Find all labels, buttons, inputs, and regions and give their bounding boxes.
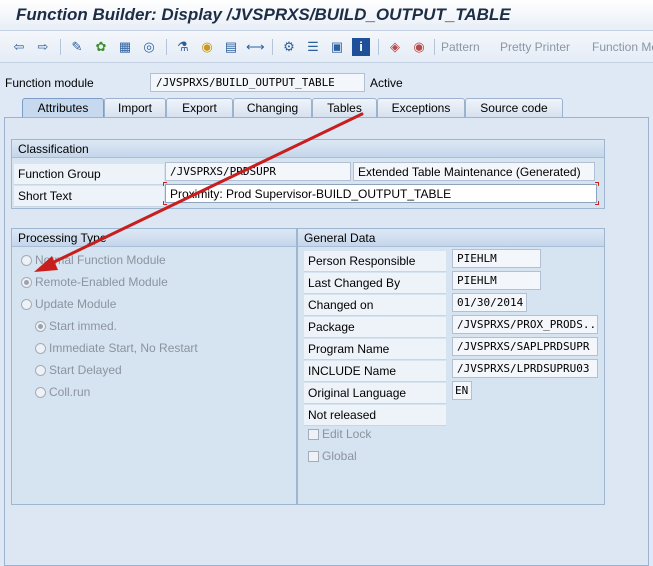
function-group-description: Extended Table Maintenance (Generated) bbox=[353, 162, 595, 181]
original-language-label: Original Language bbox=[304, 383, 446, 404]
update-module-label: Update Module bbox=[35, 297, 117, 311]
radio-remote-enabled-module[interactable] bbox=[21, 277, 32, 288]
radio-update-module[interactable] bbox=[21, 299, 32, 310]
coll-run-label: Coll.run bbox=[49, 385, 91, 399]
general-data-title: General Data bbox=[298, 229, 604, 247]
radio-coll-run[interactable] bbox=[35, 387, 46, 398]
pattern-button[interactable]: Pattern bbox=[441, 40, 480, 54]
radio-normal-function-module[interactable] bbox=[21, 255, 32, 266]
program-name-label: Program Name bbox=[304, 339, 446, 360]
focus-corner-mark bbox=[595, 182, 599, 186]
start-delayed-label: Start Delayed bbox=[49, 363, 122, 377]
debug-icon[interactable]: ◉ bbox=[410, 38, 428, 56]
person-responsible-field: PIEHLM bbox=[452, 249, 541, 268]
short-text-label: Short Text bbox=[14, 186, 164, 207]
processing-type-title: Processing Type bbox=[12, 229, 296, 247]
original-language-field: EN bbox=[452, 381, 472, 400]
program-name-field: /JVSPRXS/SAPLPRDSUPR bbox=[452, 337, 598, 356]
focus-corner-mark bbox=[163, 182, 167, 186]
normal-function-module-label: Normal Function Module bbox=[35, 253, 166, 267]
radio-immediate-start-no-restart[interactable] bbox=[35, 343, 46, 354]
changed-on-field: 01/30/2014 bbox=[452, 293, 527, 312]
title-bar: Function Builder: Display /JVSPRXS/BUILD… bbox=[0, 0, 653, 31]
classification-group: Classification Function Group /JVSPRXS/P… bbox=[11, 139, 605, 209]
last-changed-by-field: PIEHLM bbox=[452, 271, 541, 290]
function-group-field[interactable]: /JVSPRXS/PRDSUPR bbox=[165, 162, 351, 181]
toolbar-separator bbox=[378, 39, 379, 55]
test-icon[interactable]: ◈ bbox=[386, 38, 404, 56]
display-object-icon[interactable]: ▣ bbox=[328, 38, 346, 56]
release-status-label: Not released bbox=[304, 405, 446, 426]
radio-start-immediately[interactable] bbox=[35, 321, 46, 332]
tree-icon[interactable]: ⚙ bbox=[280, 38, 298, 56]
last-changed-by-label: Last Changed By bbox=[304, 273, 446, 294]
display-change-icon[interactable]: ✎ bbox=[68, 38, 86, 56]
short-text-input[interactable]: Proximity: Prod Supervisor-BUILD_OUTPUT_… bbox=[165, 184, 597, 203]
toolbar-separator bbox=[166, 39, 167, 55]
pin-icon[interactable]: ◉ bbox=[198, 38, 216, 56]
window-title: Function Builder: Display /JVSPRXS/BUILD… bbox=[16, 5, 511, 24]
back-arrow-icon[interactable]: ⇦ bbox=[10, 38, 28, 56]
function-group-label: Function Group bbox=[14, 164, 164, 185]
focus-corner-mark bbox=[163, 201, 167, 205]
remote-enabled-module-label: Remote-Enabled Module bbox=[35, 275, 168, 289]
object-list-icon[interactable]: ▤ bbox=[222, 38, 240, 56]
global-label: Global bbox=[322, 449, 357, 463]
processing-type-group: Processing Type Normal Function Module R… bbox=[11, 228, 297, 505]
pretty-printer-button[interactable]: Pretty Printer bbox=[500, 40, 570, 54]
edit-lock-checkbox[interactable] bbox=[308, 429, 319, 440]
attributes-panel: Classification Function Group /JVSPRXS/P… bbox=[4, 117, 649, 566]
forward-arrow-icon[interactable]: ⇨ bbox=[34, 38, 52, 56]
info-icon[interactable]: i bbox=[352, 38, 370, 56]
application-toolbar: ⇦ ⇨ ✎ ✿ ▦ ◎ ⚗ ◉ ▤ ⟷ ⚙ ☰ ▣ i ◈ ◉ Pattern … bbox=[0, 31, 653, 63]
activate-icon[interactable]: ✿ bbox=[92, 38, 110, 56]
global-checkbox[interactable] bbox=[308, 451, 319, 462]
edit-lock-label: Edit Lock bbox=[322, 427, 372, 441]
start-immediately-label: Start immed. bbox=[49, 319, 118, 333]
function-module-row: Function module /JVSPRXS/BUILD_OUTPUT_TA… bbox=[0, 72, 653, 94]
tab-changing[interactable]: Changing bbox=[233, 98, 312, 118]
tab-strip: Attributes Import Export Changing Tables… bbox=[0, 96, 653, 118]
function-module-status: Active bbox=[370, 76, 403, 90]
person-responsible-label: Person Responsible bbox=[304, 251, 446, 272]
toolbar-separator bbox=[272, 39, 273, 55]
hierarchy-icon[interactable]: ⚗ bbox=[174, 38, 192, 56]
general-data-group: General Data Person Responsible PIEHLM L… bbox=[297, 228, 605, 505]
tab-exceptions[interactable]: Exceptions bbox=[377, 98, 465, 118]
tab-export[interactable]: Export bbox=[166, 98, 233, 118]
changed-on-label: Changed on bbox=[304, 295, 446, 316]
immediate-start-no-restart-label: Immediate Start, No Restart bbox=[49, 341, 198, 355]
include-name-field: /JVSPRXS/LPRDSUPRU03 bbox=[452, 359, 598, 378]
tab-import[interactable]: Import bbox=[104, 98, 166, 118]
radio-start-delayed[interactable] bbox=[35, 365, 46, 376]
toolbar-separator bbox=[60, 39, 61, 55]
package-label: Package bbox=[304, 317, 446, 338]
tab-source-code[interactable]: Source code bbox=[465, 98, 563, 118]
function-module-button[interactable]: Function Mo bbox=[592, 40, 653, 54]
tab-attributes[interactable]: Attributes bbox=[22, 98, 104, 118]
function-module-label: Function module bbox=[5, 76, 94, 90]
other-object-icon[interactable]: ▦ bbox=[116, 38, 134, 56]
where-used-icon[interactable]: ◎ bbox=[140, 38, 158, 56]
toolbar-separator bbox=[434, 39, 435, 55]
navigate-icon[interactable]: ⟷ bbox=[246, 38, 265, 56]
include-name-label: INCLUDE Name bbox=[304, 361, 446, 382]
focus-corner-mark bbox=[595, 201, 599, 205]
classification-title: Classification bbox=[12, 140, 604, 158]
tab-tables[interactable]: Tables bbox=[312, 98, 377, 118]
function-module-field[interactable]: /JVSPRXS/BUILD_OUTPUT_TABLE bbox=[150, 73, 365, 92]
package-field: /JVSPRXS/PROX_PRODS... bbox=[452, 315, 598, 334]
stack-icon[interactable]: ☰ bbox=[304, 38, 322, 56]
